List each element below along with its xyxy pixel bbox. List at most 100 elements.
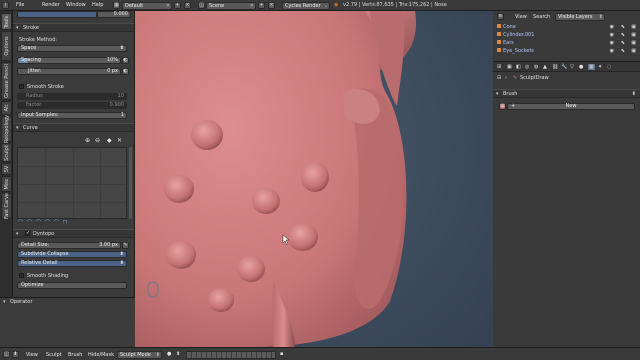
menu-sculpt[interactable]: Sculpt — [46, 352, 62, 358]
outliner-search-menu[interactable]: Search — [533, 14, 550, 20]
layer-buttons[interactable] — [186, 351, 276, 359]
new-texture-button[interactable]: + New — [507, 103, 635, 110]
curve-preset-line-icon[interactable]: ⌒ — [54, 219, 60, 226]
reset-curve-icon[interactable]: ✕ — [117, 137, 122, 144]
detail-type-dropdown[interactable]: Relative Detail ⬍ — [17, 260, 127, 267]
pin-icon[interactable]: › — [505, 75, 507, 81]
material-tab-icon[interactable]: ● — [579, 64, 583, 70]
curve-preset-round-icon[interactable]: ⌒ — [27, 219, 33, 226]
tab-alt[interactable]: Alt — [1, 101, 12, 115]
select-arrow-icon[interactable]: ⬉ — [621, 24, 625, 30]
optimize-button[interactable]: Optimize — [17, 282, 127, 289]
menu-view[interactable]: View — [26, 352, 38, 358]
spacing-pressure-icon[interactable]: ◐ — [122, 57, 129, 64]
scene-icon[interactable]: ◫ — [198, 2, 205, 9]
tab-grease-pencil[interactable]: Grease Pencil — [1, 62, 12, 100]
render-camera-icon[interactable]: ▣ — [631, 48, 636, 54]
add-scene-button[interactable]: + — [258, 2, 265, 9]
smooth-shading-checkbox[interactable] — [19, 273, 24, 278]
select-arrow-icon[interactable]: ⬉ — [621, 32, 625, 38]
smooth-stroke-checkbox[interactable] — [19, 84, 24, 89]
render-camera-icon[interactable]: ▣ — [631, 24, 636, 30]
radius-field[interactable]: Radius 10 — [17, 93, 127, 100]
texture-tab-icon[interactable]: ▦ — [588, 64, 595, 70]
screen-layout-dropdown[interactable]: Default ✕ — [122, 2, 172, 10]
top-value-field[interactable]: 0.000 — [97, 11, 131, 18]
menu-file[interactable]: File — [16, 2, 24, 8]
collapse-arrow-icon[interactable]: ▾ — [3, 299, 6, 305]
scene-tab-icon[interactable]: ◎ — [525, 64, 529, 70]
outliner-row[interactable]: Eye_Sockets ◉ ⬉ ▣ — [493, 47, 640, 55]
data-tab-icon[interactable]: ▽ — [570, 64, 574, 70]
eye-icon[interactable]: ◉ — [610, 40, 614, 46]
eye-icon[interactable]: ◉ — [610, 48, 614, 54]
dyntopo-panel-header[interactable]: ▾ Dyntopo — [13, 229, 134, 238]
tab-fast-carve[interactable]: Fast Carve — [1, 193, 12, 219]
menu-brush[interactable]: Brush — [68, 352, 82, 358]
stroke-method-dropdown[interactable]: Space ⬍ — [17, 45, 127, 52]
screen-layout-icon[interactable]: ▦ — [113, 2, 120, 9]
editor-type-icon[interactable]: i — [2, 2, 9, 9]
input-samples-field[interactable]: Input Samples: 1 — [17, 112, 127, 119]
tab-sv[interactable]: SV — [1, 163, 12, 175]
brush-panel-menu-icon[interactable]: ⬍ — [632, 91, 636, 97]
curve-preset-sharp-icon[interactable]: ⌒ — [45, 219, 51, 226]
modifiers-tab-icon[interactable]: 🔧 — [561, 64, 567, 70]
layers-tab-icon[interactable]: ◧ — [516, 64, 521, 70]
outliner-view-menu[interactable]: View — [515, 14, 527, 20]
menu-help[interactable]: Help — [92, 2, 103, 8]
add-screen-button[interactable]: + — [174, 2, 181, 9]
tab-sculpt[interactable]: Sculpt — [1, 143, 12, 162]
eye-icon[interactable]: ◉ — [610, 32, 614, 38]
outliner-filter-dropdown[interactable]: Visible Layers ⬍ — [555, 13, 605, 21]
remove-scene-button[interactable]: × — [268, 2, 275, 9]
jitter-pressure-icon[interactable]: ◐ — [122, 68, 129, 75]
spacing-slider[interactable]: Spacing 10% — [17, 57, 121, 64]
select-arrow-icon[interactable]: ⬉ — [621, 40, 625, 46]
brush-panel-header[interactable]: ▾ Brush ⬍ — [493, 89, 640, 98]
properties-editor-icon[interactable]: ⊞ — [497, 64, 501, 70]
tab-retopology[interactable]: Retopology — [1, 115, 12, 143]
menu-window[interactable]: Window — [66, 2, 86, 8]
curve-editor[interactable] — [17, 147, 127, 219]
dyntopo-checkbox[interactable] — [25, 230, 30, 236]
scene-dropdown[interactable]: Scene ✕ — [206, 2, 256, 10]
menu-hide-mask[interactable]: Hide/Mask — [88, 352, 114, 358]
render-camera-icon[interactable]: ▣ — [631, 32, 636, 38]
viewport-shading-icon[interactable]: ● — [167, 351, 171, 357]
outliner-editor-icon[interactable]: ≡ — [497, 13, 504, 20]
tab-misc[interactable]: Misc — [1, 176, 12, 192]
shading-dropdown-icon[interactable]: ⬍ — [176, 351, 180, 357]
curve-panel-header[interactable]: ▾ Curve — [13, 123, 134, 132]
curve-preset-max-icon[interactable]: ⊓ — [63, 219, 69, 225]
world-tab-icon[interactable]: ◍ — [534, 64, 538, 70]
constraints-tab-icon[interactable]: ⛓ — [552, 64, 558, 70]
eyedropper-icon[interactable]: ✎ — [122, 242, 129, 249]
3d-viewport[interactable] — [135, 11, 493, 347]
render-engine-dropdown[interactable]: Cycles Render ⌄ — [282, 2, 330, 10]
zoom-out-icon[interactable]: ⊖ — [95, 137, 100, 144]
tab-tools[interactable]: Tools — [1, 13, 12, 30]
panel-scrollbar[interactable] — [129, 147, 132, 219]
curve-tools-icon[interactable]: ◆ — [107, 137, 112, 144]
editor-type-icon[interactable]: ◫ — [3, 351, 10, 358]
top-slider[interactable] — [17, 11, 97, 18]
jitter-field[interactable]: Jitter: 0 px — [17, 68, 121, 75]
detail-size-field[interactable]: Detail Size: 3.00 px — [17, 242, 121, 249]
tab-options[interactable]: Options — [1, 31, 12, 61]
object-tab-icon[interactable]: ▲ — [543, 64, 547, 70]
render-tab-icon[interactable]: ▣ — [507, 64, 512, 70]
stroke-panel-header[interactable]: ▾ Stroke — [13, 23, 134, 32]
factor-field[interactable]: Factor 0.900 — [17, 102, 127, 109]
texture-browse-icon[interactable]: ▦ — [499, 103, 506, 110]
eye-icon[interactable]: ◉ — [610, 24, 614, 30]
select-arrow-icon[interactable]: ⬉ — [621, 48, 625, 54]
zoom-in-icon[interactable]: ⊕ — [85, 137, 90, 144]
menu-render[interactable]: Render — [42, 2, 60, 8]
lock-icon[interactable]: ▪ — [280, 351, 283, 357]
render-camera-icon[interactable]: ▣ — [631, 40, 636, 46]
physics-tab-icon[interactable]: ◌ — [607, 64, 611, 70]
outliner-row[interactable]: Cone ◉ ⬉ ▣ — [493, 23, 640, 31]
particles-tab-icon[interactable]: ✦ — [598, 64, 602, 70]
menu-collapse-icon[interactable]: ⬍ — [12, 351, 19, 358]
